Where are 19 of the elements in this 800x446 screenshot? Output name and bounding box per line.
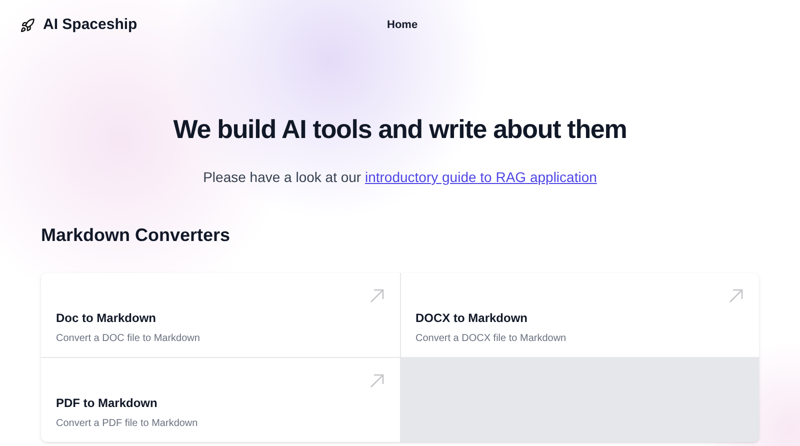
converter-card[interactable]: Doc to Markdown Convert a DOC file to Markdown xyxy=(41,273,400,357)
brand-name[interactable]: AI Spaceship xyxy=(43,14,138,36)
converter-card[interactable]: PDF to Markdown Convert a PDF file to Markdown xyxy=(41,358,400,442)
nav-link[interactable]: Home xyxy=(387,17,418,34)
hero-title: We build AI tools and write about them xyxy=(173,113,627,145)
card-title: Doc to Markdown xyxy=(56,310,158,327)
card-description: Convert a PDF file to Markdown xyxy=(56,417,199,431)
card-description: Convert a DOCX file to Markdown xyxy=(416,332,568,346)
guide-link[interactable]: introductory guide to RAG application xyxy=(364,169,597,185)
rocket-icon xyxy=(20,18,35,32)
converter-card[interactable]: DOCX to Markdown Convert a DOCX file to Markdown xyxy=(400,273,759,357)
card-title: DOCX to Markdown xyxy=(416,310,529,327)
card-description: Convert a DOC file to Markdown xyxy=(56,332,201,346)
section-title: Markdown Converters xyxy=(41,224,232,247)
hero-subtitle: Please have a look at our introductory guide to RAG application xyxy=(203,168,597,187)
card-title: PDF to Markdown xyxy=(56,395,158,412)
arrow-icon xyxy=(370,289,384,303)
arrow-icon xyxy=(729,289,743,303)
arrow-icon xyxy=(370,374,384,388)
